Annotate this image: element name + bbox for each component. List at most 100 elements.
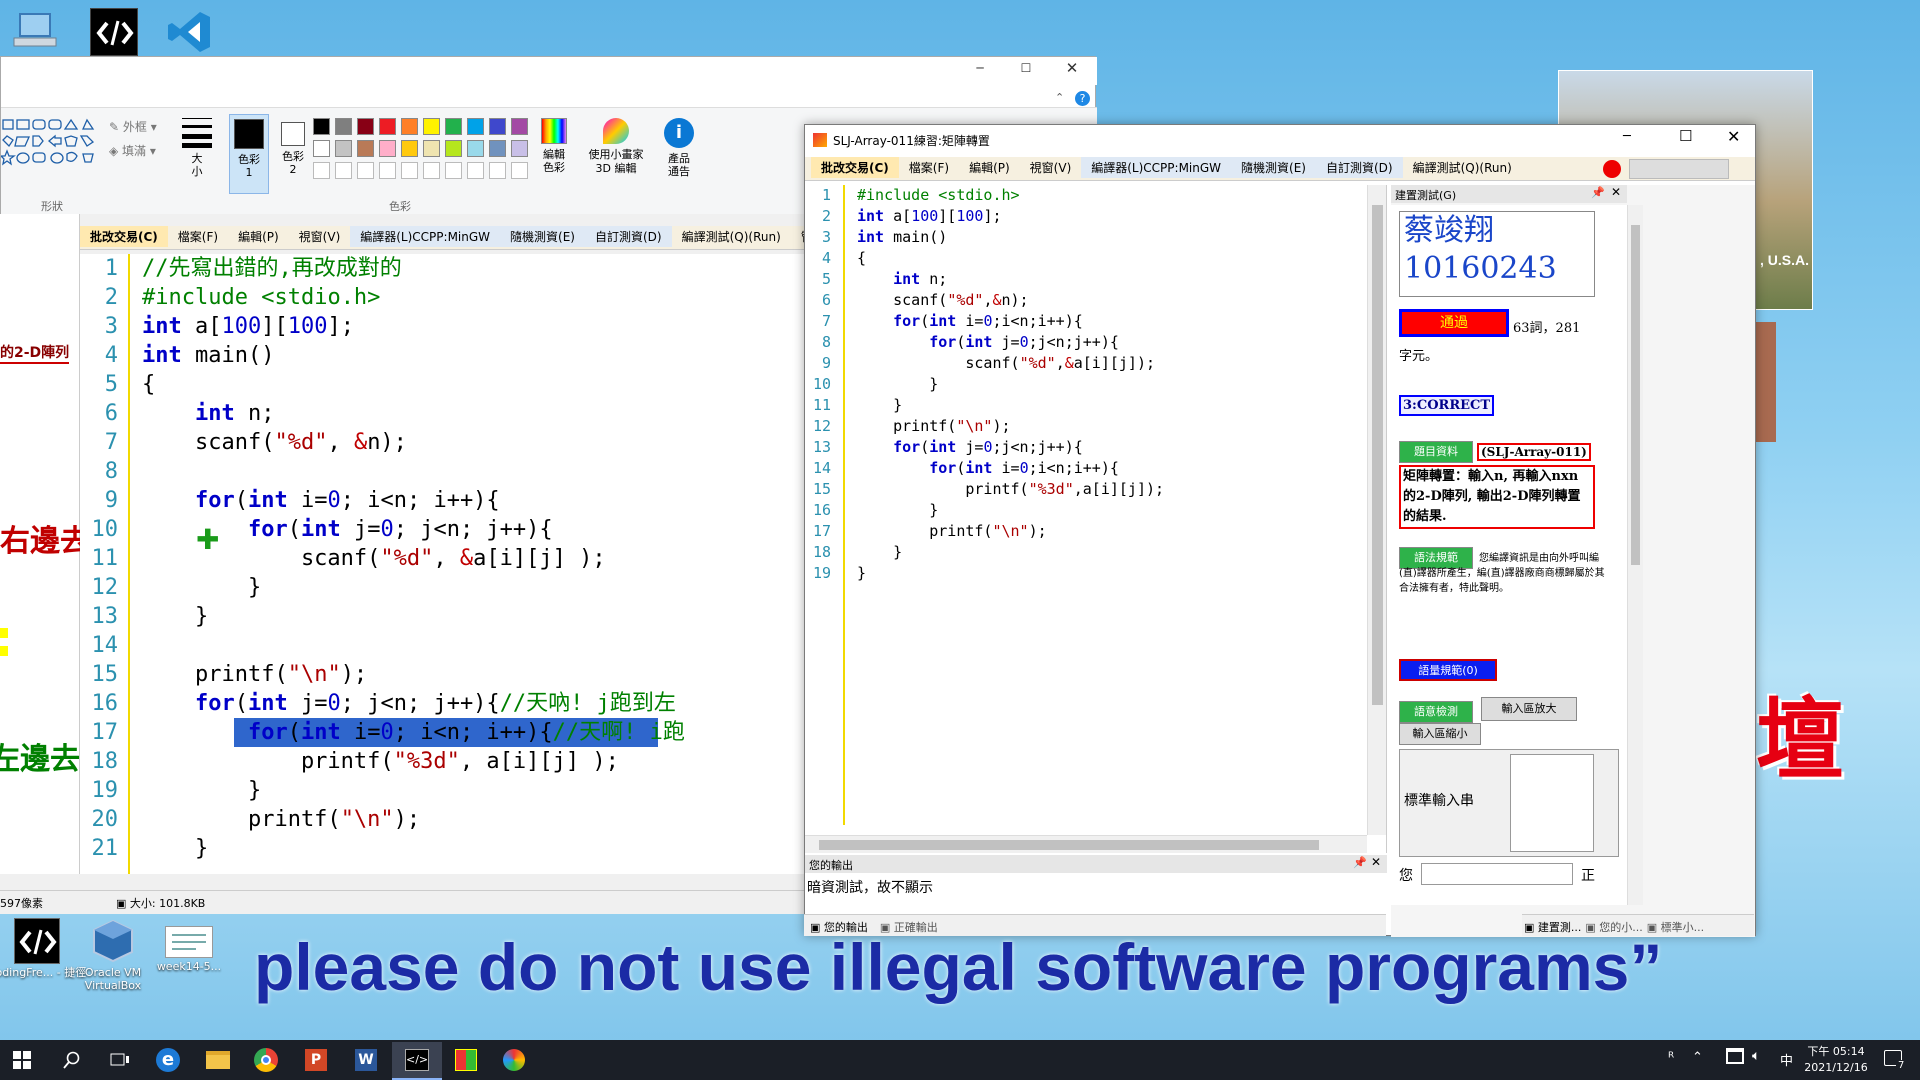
tab-standard-small[interactable]: ▣ 標準小... xyxy=(1645,915,1706,936)
palette-swatch[interactable] xyxy=(379,140,396,157)
task-view-icon[interactable] xyxy=(96,1046,144,1074)
palette-swatch[interactable] xyxy=(379,118,396,135)
palette-swatch-empty[interactable] xyxy=(423,162,440,179)
color2-button[interactable]: 色彩 2 xyxy=(273,114,313,194)
ime-indicator[interactable]: 中 xyxy=(1780,1050,1793,1069)
palette-swatch[interactable] xyxy=(467,118,484,135)
slj-code-editor[interactable]: 1 2 3 4 5 6 7 8 9 10 11 12 13 14 15 16 17 18 19 #include <… xyxy=(805,185,1387,853)
palette-swatch[interactable] xyxy=(467,140,484,157)
help-icon[interactable]: ? xyxy=(1075,91,1090,106)
toolbar-input[interactable] xyxy=(1629,159,1729,179)
palette-swatch[interactable] xyxy=(357,140,374,157)
paint3d-button[interactable]: 使用小畫家 3D 編輯 xyxy=(583,114,649,194)
tab-your-small[interactable]: ▣ 您的小... xyxy=(1583,915,1644,936)
menu-compiler[interactable]: 編譯器(L)CCPP:MinGW xyxy=(1081,157,1232,178)
tab-build-test[interactable]: ▣ 建置測... xyxy=(1522,915,1583,936)
vertical-scrollbar[interactable] xyxy=(1367,185,1386,835)
palette-swatch-empty[interactable] xyxy=(313,162,330,179)
network-icon[interactable] xyxy=(1726,1048,1744,1064)
menu-view[interactable]: 視窗(V) xyxy=(1020,157,1082,178)
palette-swatch-empty[interactable] xyxy=(511,162,528,179)
palette-swatch-empty[interactable] xyxy=(379,162,396,179)
powerpoint-icon[interactable]: P xyxy=(292,1046,340,1074)
codingfrenzy-icon[interactable] xyxy=(90,8,138,56)
minimize-button[interactable]: ─ xyxy=(965,61,995,79)
chrome-icon[interactable] xyxy=(242,1046,290,1074)
menu-view[interactable]: 視窗(V) xyxy=(289,226,351,247)
search-icon[interactable] xyxy=(48,1046,96,1074)
palette-swatch[interactable] xyxy=(511,140,528,157)
palette-swatch[interactable] xyxy=(401,118,418,135)
people-icon[interactable]: ᴿ xyxy=(1668,1050,1674,1066)
maximize-button[interactable]: ☐ xyxy=(1679,127,1692,145)
input-shrink-button[interactable]: 輸入區縮小 xyxy=(1399,723,1481,745)
menu-compile-run[interactable]: 編譯測試(Q)(Run) xyxy=(1403,157,1522,178)
close-icon[interactable]: ✕ xyxy=(1611,185,1621,199)
input-enlarge-button[interactable]: 輸入區放大 xyxy=(1481,697,1577,721)
shapes-gallery[interactable] xyxy=(0,116,97,176)
start-button[interactable] xyxy=(0,1046,44,1074)
tab-your-output[interactable]: ▣ 您的輸出 xyxy=(804,915,874,939)
volume-icon[interactable]: 🔈︎ xyxy=(1752,1048,1760,1064)
palette-swatch[interactable] xyxy=(401,140,418,157)
paint-taskbar-icon[interactable] xyxy=(490,1046,538,1074)
menu-trade[interactable]: 批改交易(C) xyxy=(811,157,899,178)
palette-swatch[interactable] xyxy=(357,118,374,135)
palette-swatch[interactable] xyxy=(335,140,352,157)
edge-icon[interactable]: e xyxy=(144,1046,192,1074)
problem-data-button[interactable]: 題目資料 xyxy=(1399,441,1473,463)
menu-compiler[interactable]: 編譯器(L)CCPP:MinGW xyxy=(350,226,501,247)
palette-swatch-empty[interactable] xyxy=(467,162,484,179)
show-hidden-icons[interactable]: ⌃ xyxy=(1692,1050,1703,1065)
tab-correct-output[interactable]: ▣ 正確輸出 xyxy=(874,915,944,939)
menu-file[interactable]: 檔案(F) xyxy=(168,226,228,247)
close-icon[interactable]: ✕ xyxy=(1371,855,1381,869)
vscode-icon[interactable] xyxy=(166,8,214,56)
horizontal-scrollbar[interactable] xyxy=(805,835,1367,853)
menu-file[interactable]: 檔案(F) xyxy=(899,157,959,178)
codingfrenzy-taskbar-icon[interactable]: </> xyxy=(392,1042,442,1080)
palette-swatch[interactable] xyxy=(445,140,462,157)
palette-swatch[interactable] xyxy=(445,118,462,135)
fill-button[interactable]: ◈ 填滿 ▾ xyxy=(109,142,156,159)
menu-custom-test[interactable]: 自訂測資(D) xyxy=(1315,157,1403,178)
clock[interactable]: 下午 05:14 2021/12/16 xyxy=(1800,1044,1872,1076)
palette-swatch[interactable] xyxy=(313,118,330,135)
close-button[interactable]: ✕ xyxy=(1057,59,1087,77)
scrollbar-thumb[interactable] xyxy=(1631,225,1640,565)
color1-button[interactable]: 色彩 1 xyxy=(229,114,269,194)
left-editor-code[interactable]: 1 2 3 4 5 6 7 8 9 10 11 12 13 14 15 16 17 18 19 20 21 //先寫出錯… xyxy=(80,254,805,874)
minimize-button[interactable]: ─ xyxy=(1623,129,1631,144)
ribbon-collapse-icon[interactable]: ⌃ xyxy=(1055,91,1064,104)
pin-icon[interactable]: 📌 xyxy=(1591,186,1605,199)
bottom-input[interactable] xyxy=(1421,863,1573,885)
palette-swatch[interactable] xyxy=(335,118,352,135)
palette-swatch[interactable] xyxy=(489,118,506,135)
palette-swatch-empty[interactable] xyxy=(335,162,352,179)
app-grid-icon[interactable] xyxy=(442,1046,490,1074)
palette-swatch[interactable] xyxy=(423,118,440,135)
pin-icon[interactable]: 📌 xyxy=(1353,856,1367,869)
this-pc-icon[interactable] xyxy=(12,10,60,50)
menu-edit[interactable]: 編輯(P) xyxy=(959,157,1020,178)
palette-swatch-empty[interactable] xyxy=(489,162,506,179)
word-icon[interactable]: W xyxy=(342,1046,390,1074)
menu-trade[interactable]: 批改交易(C) xyxy=(80,226,168,247)
menu-manage[interactable]: 管 xyxy=(791,226,805,247)
palette-swatch[interactable] xyxy=(511,118,528,135)
semantic-rules-button[interactable]: 語量規範(0) xyxy=(1399,659,1497,681)
menu-edit[interactable]: 編輯(P) xyxy=(228,226,289,247)
size-button[interactable]: 大小 xyxy=(177,114,217,184)
file-explorer-icon[interactable] xyxy=(194,1046,242,1074)
palette-swatch-empty[interactable] xyxy=(357,162,374,179)
edit-colors-button[interactable]: 編輯色彩 xyxy=(535,114,573,194)
desktop-icon-week14[interactable]: week14-5... xyxy=(134,926,244,973)
menu-random-test[interactable]: 隨機測資(E) xyxy=(1231,157,1316,178)
menu-random-test[interactable]: 隨機測資(E) xyxy=(500,226,585,247)
close-button[interactable]: ✕ xyxy=(1727,127,1740,146)
menu-custom-test[interactable]: 自訂測資(D) xyxy=(584,226,672,247)
menu-compile-run[interactable]: 編譯測試(Q)(Run) xyxy=(672,226,791,247)
semantic-check-button[interactable]: 語意檢測 xyxy=(1399,701,1473,723)
palette-swatch[interactable] xyxy=(313,140,330,157)
scrollbar-thumb[interactable] xyxy=(819,840,1319,850)
